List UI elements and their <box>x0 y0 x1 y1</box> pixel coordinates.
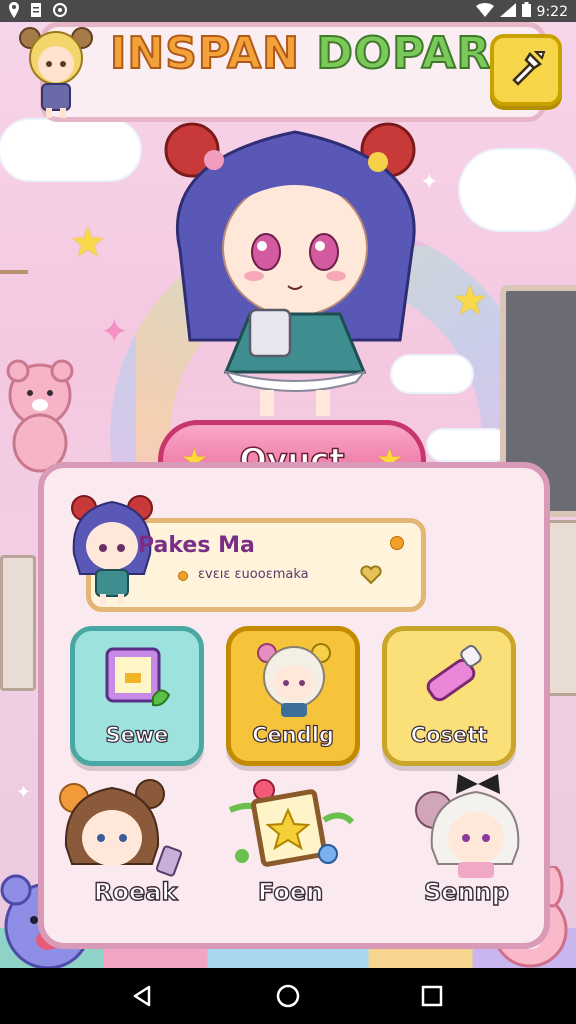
chibi-bow-icon[interactable] <box>414 772 534 882</box>
bottom-label[interactable]: Roeak <box>93 877 178 906</box>
chibi-friend-icon <box>257 643 331 717</box>
cloud-decoration <box>428 430 508 460</box>
picture-frame-icon <box>105 647 171 707</box>
tile-label: Sewe <box>105 722 169 747</box>
signal-icon <box>499 2 516 21</box>
lipstick-icon <box>426 645 482 702</box>
location-icon <box>8 2 20 22</box>
bottom-label[interactable]: Sennp <box>423 877 509 906</box>
status-bar: 9:22 <box>0 0 576 22</box>
tile-cendlg-button[interactable]: Cendlg <box>226 626 360 766</box>
heart-coin-icon <box>360 565 382 585</box>
recents-icon[interactable] <box>420 984 444 1008</box>
profile-subtitle: ɛvɛıɛ ɛuooɛmaka <box>198 567 309 582</box>
home-icon[interactable] <box>276 984 300 1008</box>
shelf-decoration <box>0 270 28 354</box>
profile-title: Pakes Ma <box>138 533 255 558</box>
wifi-icon <box>475 2 494 21</box>
system-nav-bar <box>0 968 576 1024</box>
sparkle-decoration: ✦ <box>100 312 129 352</box>
settings-button[interactable] <box>490 34 562 106</box>
back-icon[interactable] <box>130 984 154 1008</box>
pink-bear-decoration <box>6 359 74 473</box>
tile-sewe-button[interactable]: Sewe <box>70 626 204 766</box>
bottom-label[interactable]: Foen <box>257 877 324 906</box>
main-character[interactable] <box>150 120 440 420</box>
game-title: INSPAN DOPAR <box>109 27 492 80</box>
wrench-icon <box>512 51 546 86</box>
chibi-girl-icon[interactable] <box>56 776 186 886</box>
sparkle-decoration: ✦ <box>16 782 32 803</box>
star-decoration: ★ <box>70 220 106 266</box>
document-icon <box>30 2 42 22</box>
battery-icon <box>521 2 531 21</box>
drawer-decoration <box>0 555 36 691</box>
bullet-icon <box>178 571 188 581</box>
tile-label: Cosett <box>410 722 488 747</box>
player-avatar[interactable] <box>10 20 102 120</box>
tile-label: Cendlg <box>251 722 334 747</box>
sync-icon <box>52 2 68 22</box>
tile-cosett-button[interactable]: Cosett <box>382 626 516 766</box>
title-part-2: DOPAR <box>315 27 492 80</box>
cloud-decoration <box>0 120 140 180</box>
coin-icon <box>390 536 404 550</box>
title-part-1: INSPAN <box>109 27 300 80</box>
star-decoration: ★ <box>452 278 488 324</box>
cloud-decoration <box>460 150 576 230</box>
clock: 9:22 <box>536 3 568 20</box>
easel-star-icon[interactable] <box>224 770 354 880</box>
